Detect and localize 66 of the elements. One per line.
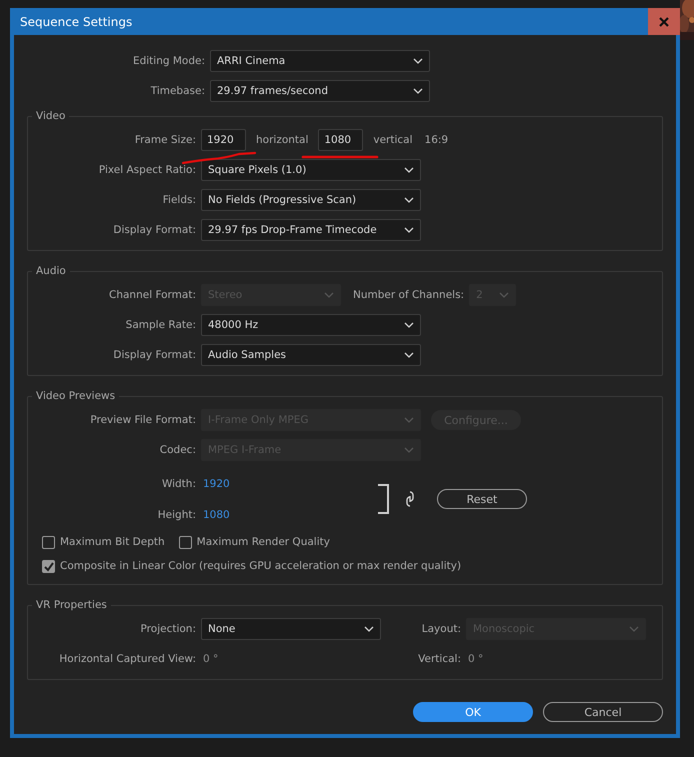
dropdown[interactable]: 48000 Hz [201, 314, 421, 336]
close-icon [659, 16, 669, 26]
dropdown[interactable]: ARRI Cinema [210, 50, 430, 72]
dropdown[interactable]: 29.97 frames/second [210, 80, 430, 102]
input-field[interactable]: 1920 [201, 129, 246, 151]
chevron-down-icon [413, 88, 423, 94]
unit-label: horizontal [256, 134, 308, 146]
field-label: Height: [156, 508, 197, 520]
field-label: Pixel Aspect Ratio: [98, 164, 197, 176]
section-title: Audio [35, 265, 67, 277]
field-label: Projection: [140, 623, 197, 635]
field-label: Display Format: [112, 224, 197, 236]
field-label: Fields: [162, 194, 197, 206]
chevron-down-icon [499, 292, 510, 298]
value-text: 0 ° [467, 653, 484, 665]
chevron-down-icon [324, 292, 334, 298]
field-label: Editing Mode: [132, 55, 206, 67]
window-title: Sequence Settings [19, 14, 132, 28]
value-text: 0 ° [202, 653, 220, 665]
section-title: Video Previews [35, 390, 116, 402]
field-label: Sample Rate: [124, 319, 197, 331]
unit-label: vertical [373, 134, 413, 146]
chevron-down-icon [364, 626, 374, 632]
value-link[interactable]: 1080 [201, 508, 230, 520]
dropdown[interactable]: None [201, 618, 381, 640]
dropdown[interactable]: No Fields (Progressive Scan) [201, 189, 421, 211]
section-title: Video [35, 110, 66, 122]
input-field[interactable]: 1080 [318, 129, 364, 151]
close-button[interactable] [648, 8, 680, 35]
chevron-down-icon [404, 197, 414, 203]
checkbox-box[interactable] [42, 536, 55, 548]
dropdown[interactable]: 29.97 fps Drop-Frame Timecode [201, 219, 421, 241]
chevron-down-icon [404, 167, 414, 173]
chevron-down-icon [404, 447, 414, 453]
cancel-button[interactable]: Cancel [543, 702, 663, 722]
field-label: Timebase: [150, 85, 206, 97]
field-label: Horizontal Captured View: [58, 653, 197, 665]
field-label: Channel Format: [108, 289, 197, 301]
field-label: Number of Channels: [352, 289, 466, 301]
chevron-down-icon [413, 58, 423, 64]
dropdown[interactable]: Audio Samples [201, 344, 421, 366]
chevron-down-icon [629, 626, 639, 632]
section-title: VR Properties [35, 599, 108, 611]
aspect-ratio-text: 16:9 [424, 134, 448, 146]
chevron-down-icon [404, 417, 414, 423]
field-label: Width: [160, 478, 197, 490]
chain-link-icon [406, 491, 414, 507]
value-link[interactable]: 1920 [201, 478, 230, 490]
checkbox[interactable]: Maximum Render Quality [178, 536, 330, 548]
field-label: Layout: [420, 623, 462, 635]
reset-button[interactable]: Reset [437, 489, 527, 509]
checkbox[interactable]: Composite in Linear Color (requires GPU acceleration or max render quality) [42, 560, 462, 572]
checkbox-box[interactable] [178, 536, 192, 548]
dropdown[interactable]: Square Pixels (1.0) [201, 159, 421, 181]
field-label: Codec: [158, 444, 197, 456]
check-icon [43, 560, 54, 572]
field-label: Display Format: [112, 349, 197, 361]
checkbox-box[interactable] [42, 560, 55, 572]
chevron-down-icon [404, 227, 414, 233]
chevron-down-icon [404, 322, 414, 328]
field-label: Preview File Format: [89, 414, 197, 426]
checkbox[interactable]: Maximum Bit Depth [42, 536, 165, 548]
chevron-down-icon [404, 352, 414, 358]
field-label: Vertical: [417, 653, 462, 665]
bracket-icon [377, 484, 389, 514]
field-label: Frame Size: [134, 134, 197, 146]
